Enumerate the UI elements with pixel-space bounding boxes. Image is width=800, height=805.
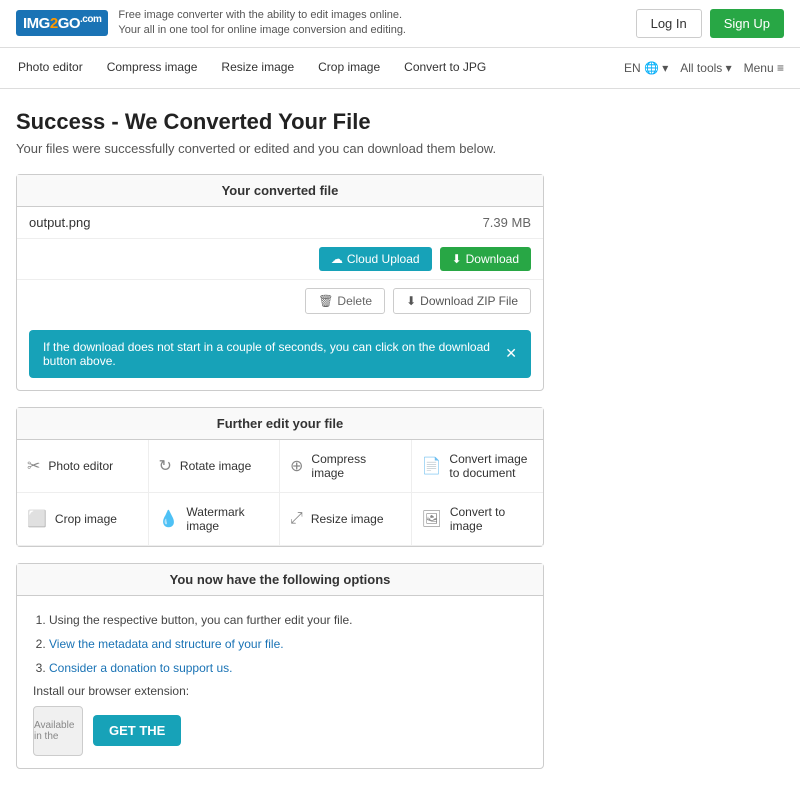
nav: Photo editor Compress image Resize image… [0, 48, 800, 89]
tool-photo-editor[interactable]: ✂ Photo editor [17, 440, 149, 493]
tagline-line2: Your all in one tool for online image co… [118, 23, 406, 38]
nav-right: EN 🌐 ▾ All tools ▾ Menu ≡ [624, 61, 784, 75]
alert-text: If the download does not start in a coup… [43, 340, 505, 368]
option-1-text: Using the respective button, you can fur… [49, 613, 353, 627]
watermark-icon: 💧 [159, 509, 179, 529]
download-button[interactable]: ⬇ Download [440, 247, 531, 271]
tool-convert-image-label: Convert to image [450, 505, 533, 533]
nav-crop-image[interactable]: Crop image [316, 48, 382, 88]
download-alert: If the download does not start in a coup… [29, 330, 531, 378]
cloud-upload-button[interactable]: ☁ Cloud Upload [319, 247, 432, 271]
download-zip-button[interactable]: ⬇ Download ZIP File [393, 288, 531, 314]
logo-tagline: Free image converter with the ability to… [118, 8, 406, 39]
option-item-3: Consider a donation to support us. [49, 656, 527, 680]
tool-resize-image[interactable]: ⤢ Resize image [280, 493, 412, 546]
option-item-2: View the metadata and structure of your … [49, 632, 527, 656]
extension-label: Install our browser extension: [33, 684, 527, 698]
options-content: Using the respective button, you can fur… [17, 596, 543, 768]
converted-file-box: Your converted file output.png 7.39 MB ☁… [16, 174, 544, 391]
download-label: Download [466, 252, 519, 266]
delete-label: Delete [337, 294, 372, 308]
options-box: You now have the following options Using… [16, 563, 544, 769]
logo-area: IMG2GO.com Free image converter with the… [16, 8, 406, 39]
zip-icon: ⬇ [406, 294, 416, 308]
all-tools-dropdown[interactable]: All tools ▾ [680, 61, 731, 75]
logo-suffix: .com [80, 14, 101, 25]
option-2-link[interactable]: View the metadata and structure of your … [49, 637, 284, 651]
convert-image-icon: 🖼 [422, 509, 442, 529]
nav-photo-editor[interactable]: Photo editor [16, 48, 85, 88]
alert-close-button[interactable]: ✕ [505, 345, 517, 362]
file-action-row-2: 🗑 Delete ⬇ Download ZIP File [17, 280, 543, 322]
page-subtitle: Your files were successfully converted o… [16, 141, 544, 156]
logo-highlight: 2 [50, 15, 58, 32]
further-edit-title: Further edit your file [17, 408, 543, 440]
cloud-icon: ☁ [331, 252, 343, 266]
resize-icon: ⤢ [290, 510, 303, 528]
tool-resize-label: Resize image [311, 512, 384, 526]
trash-icon: 🗑 [318, 294, 333, 308]
option-3-link[interactable]: Consider a donation to support us. [49, 661, 232, 675]
tagline-line1: Free image converter with the ability to… [118, 8, 406, 23]
zip-label: Download ZIP File [420, 294, 518, 308]
crop-icon: ⬜ [27, 509, 47, 529]
tool-compress-image[interactable]: ⊕ Compress image [280, 440, 412, 493]
compress-icon: ⊕ [290, 456, 303, 476]
nav-convert-jpg[interactable]: Convert to JPG [402, 48, 488, 88]
header: IMG2GO.com Free image converter with the… [0, 0, 800, 48]
file-size: 7.39 MB [483, 215, 531, 230]
tool-convert-image[interactable]: 🖼 Convert to image [412, 493, 544, 546]
rotate-icon: ↻ [159, 456, 172, 476]
option-item-1: Using the respective button, you can fur… [49, 608, 527, 632]
file-info-row: output.png 7.39 MB [17, 207, 543, 239]
file-action-row-1: ☁ Cloud Upload ⬇ Download [17, 239, 543, 280]
options-title: You now have the following options [17, 564, 543, 596]
tool-rotate-image[interactable]: ↻ Rotate image [149, 440, 281, 493]
page-title: Success - We Converted Your File [16, 109, 544, 135]
nav-resize-image[interactable]: Resize image [219, 48, 296, 88]
tool-convert-document[interactable]: 📄 Convert image to document [412, 440, 544, 493]
document-icon: 📄 [422, 456, 442, 476]
further-edit-box: Further edit your file ✂ Photo editor ↻ … [16, 407, 544, 547]
tool-crop-label: Crop image [55, 512, 117, 526]
ext-available-label: Available in the [34, 720, 82, 742]
cloud-upload-label: Cloud Upload [347, 252, 420, 266]
tool-crop-image[interactable]: ⬜ Crop image [17, 493, 149, 546]
tool-compress-label: Compress image [311, 452, 400, 480]
nav-compress-image[interactable]: Compress image [105, 48, 200, 88]
tool-watermark[interactable]: 💧 Watermark image [149, 493, 281, 546]
edit-tools-grid: ✂ Photo editor ↻ Rotate image ⊕ Compress… [17, 440, 543, 546]
get-extension-button[interactable]: GET THE [93, 715, 181, 746]
menu-button[interactable]: Menu ≡ [744, 61, 784, 75]
extension-promo: Available in the GET THE [33, 706, 527, 756]
tool-rotate-label: Rotate image [180, 459, 251, 473]
logo: IMG2GO.com [16, 10, 108, 36]
nav-left: Photo editor Compress image Resize image… [16, 48, 488, 88]
extension-thumbnail: Available in the [33, 706, 83, 756]
login-button[interactable]: Log In [636, 9, 702, 38]
tool-watermark-label: Watermark image [186, 505, 269, 533]
tool-photo-editor-label: Photo editor [48, 459, 113, 473]
photo-editor-icon: ✂ [27, 456, 40, 476]
main-content: Success - We Converted Your File Your fi… [0, 89, 560, 805]
download-icon: ⬇ [452, 252, 462, 266]
file-name: output.png [29, 215, 90, 230]
tool-convert-doc-label: Convert image to document [449, 452, 533, 480]
language-selector[interactable]: EN 🌐 ▾ [624, 61, 668, 75]
delete-button[interactable]: 🗑 Delete [305, 288, 385, 314]
converted-file-title: Your converted file [17, 175, 543, 207]
header-actions: Log In Sign Up [636, 9, 784, 38]
signup-button[interactable]: Sign Up [710, 9, 784, 38]
